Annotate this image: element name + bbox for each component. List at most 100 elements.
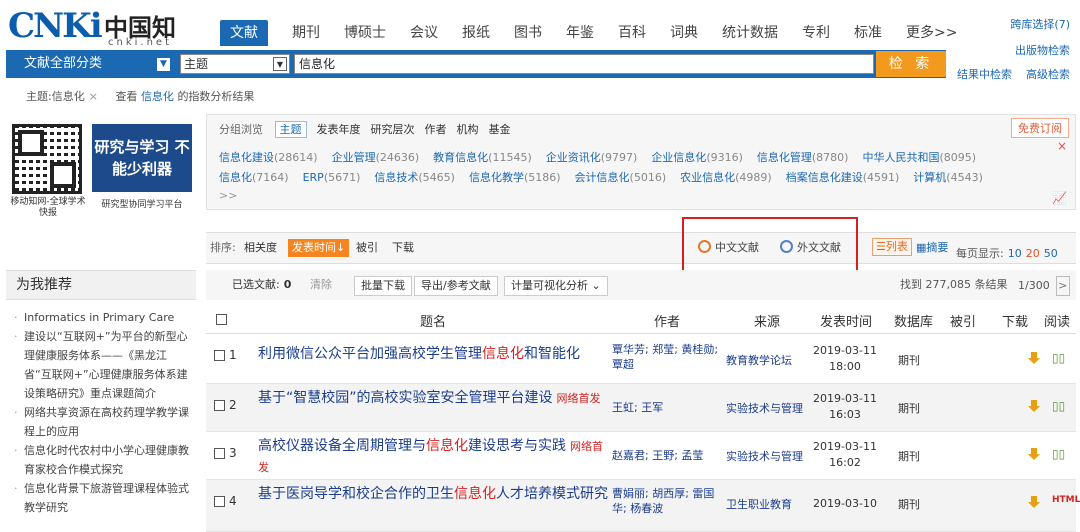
recommend-item[interactable]: 建设以“互联网+”为平台的新型心理健康服务体系——《黑龙江省“互联网+”心理健康… <box>14 327 194 403</box>
category-select[interactable]: 文献全部分类 ▼ <box>6 50 176 78</box>
cnki-logo[interactable]: CNKi 中国知网 cnki.net <box>8 6 193 77</box>
export-button[interactable]: 导出/参考文献 <box>414 276 498 296</box>
col-database[interactable]: 数据库 <box>894 311 933 330</box>
group-term[interactable]: 计算机(4543) <box>913 171 983 184</box>
cross-library-select-link[interactable]: 跨库选择(7) <box>1010 16 1070 32</box>
per-page-20[interactable]: 20 <box>1026 247 1040 260</box>
nav-tab-12[interactable]: 更多>> <box>906 20 957 46</box>
col-source[interactable]: 来源 <box>754 311 780 330</box>
group-term[interactable]: ERP(5671) <box>303 171 361 184</box>
promo-banner[interactable]: 研究与学习 不能少利器 <box>92 124 192 192</box>
nav-tab-0[interactable]: 文献 <box>220 20 268 46</box>
chinese-literature-toggle[interactable]: 中文文献 <box>698 239 759 255</box>
group-term[interactable]: 企业资讯化(9797) <box>546 151 638 164</box>
article-authors[interactable]: 王虹; 王军 <box>612 400 722 415</box>
advanced-search-link[interactable]: 高级检索 <box>1026 68 1070 81</box>
group-tab-2[interactable]: 研究层次 <box>371 123 415 136</box>
download-icon[interactable] <box>1028 400 1040 412</box>
col-author[interactable]: 作者 <box>654 311 680 330</box>
article-title[interactable]: 高校仪器设备全周期管理与信息化建设思考与实践 网络首发 <box>258 436 610 478</box>
download-icon[interactable] <box>1028 448 1040 460</box>
next-page-button[interactable]: > <box>1055 276 1070 296</box>
group-term[interactable]: 信息化管理(8780) <box>757 151 849 164</box>
nav-tab-9[interactable]: 统计数据 <box>722 20 778 46</box>
nav-tab-5[interactable]: 图书 <box>514 20 542 46</box>
per-page-10[interactable]: 10 <box>1008 247 1022 260</box>
recommend-item[interactable]: 信息化时代农村中小学心理健康教育家校合作模式探究 <box>14 441 194 479</box>
article-title[interactable]: 基于医岗导学和校企合作的卫生信息化人才培养模式研究 <box>258 484 610 505</box>
col-cited[interactable]: 被引 <box>950 311 976 330</box>
row-checkbox[interactable] <box>214 350 225 361</box>
col-date[interactable]: 发表时间 <box>820 311 872 330</box>
group-term[interactable]: 信息化建设(28614) <box>219 151 318 164</box>
group-term[interactable]: 会计信息化(5016) <box>575 171 667 184</box>
remove-filter-icon[interactable]: × <box>89 90 98 103</box>
nav-tab-6[interactable]: 年鉴 <box>566 20 594 46</box>
row-checkbox[interactable] <box>214 496 225 507</box>
nav-tab-3[interactable]: 会议 <box>410 20 438 46</box>
clear-button[interactable]: 清除 <box>310 276 332 294</box>
sort-relevance[interactable]: 相关度 <box>244 239 277 257</box>
visual-analysis-button[interactable]: 计量可视化分析 ⌄ <box>504 276 608 296</box>
select-all-checkbox[interactable] <box>216 314 227 325</box>
article-authors[interactable]: 覃华芳; 郑莹; 黄桂勋; 覃超 <box>612 342 722 372</box>
article-title[interactable]: 基于“智慧校园”的高校实验室安全管理平台建设 网络首发 <box>258 388 610 409</box>
col-download[interactable]: 下载 <box>1002 311 1028 330</box>
publication-search-link[interactable]: 出版物检索 <box>1015 42 1070 58</box>
nav-tab-8[interactable]: 词典 <box>670 20 698 46</box>
group-term[interactable]: 企业管理(24636) <box>332 151 420 164</box>
sort-cited[interactable]: 被引 <box>356 239 378 257</box>
recommend-item[interactable]: 网络共享资源在高校药理学教学课程上的应用 <box>14 403 194 441</box>
sort-download[interactable]: 下载 <box>392 239 414 257</box>
sort-date[interactable]: 发表时间↓ <box>288 239 350 257</box>
download-icon[interactable] <box>1028 352 1040 364</box>
group-term[interactable]: 信息技术(5465) <box>374 171 455 184</box>
group-term[interactable]: 中华人民共和国(8095) <box>862 151 976 164</box>
qr-code-image[interactable] <box>12 124 82 194</box>
nav-tab-1[interactable]: 期刊 <box>292 20 320 46</box>
group-tab-5[interactable]: 基金 <box>489 123 511 136</box>
group-tab-3[interactable]: 作者 <box>425 123 447 136</box>
read-icon[interactable]: ▯▯ <box>1052 399 1065 413</box>
group-term[interactable]: 教育信息化(11545) <box>433 151 532 164</box>
search-input[interactable]: 信息化 <box>294 54 874 74</box>
article-source[interactable]: 实验技术与管理 <box>726 448 812 464</box>
article-authors[interactable]: 曹娟丽; 胡西厚; 雷国华; 杨春波 <box>612 486 722 516</box>
article-authors[interactable]: 赵嘉君; 王野; 孟莹 <box>612 448 722 463</box>
group-term[interactable]: 企业信息化(9316) <box>651 151 743 164</box>
group-tab-4[interactable]: 机构 <box>457 123 479 136</box>
article-title[interactable]: 利用微信公众平台加强高校学生管理信息化和智能化 <box>258 344 610 365</box>
nav-tab-4[interactable]: 报纸 <box>462 20 490 46</box>
recommend-item[interactable]: 信息化背景下旅游管理课程体验式教学研究 <box>14 479 194 517</box>
col-read[interactable]: 阅读 <box>1044 311 1070 330</box>
nav-tab-2[interactable]: 博硕士 <box>344 20 386 46</box>
nav-tab-10[interactable]: 专利 <box>802 20 830 46</box>
subscribe-button[interactable]: 免费订阅 <box>1011 118 1069 138</box>
article-source[interactable]: 实验技术与管理 <box>726 400 812 416</box>
per-page-50[interactable]: 50 <box>1044 247 1058 260</box>
download-icon[interactable] <box>1028 496 1040 508</box>
field-select[interactable]: 主题 ▼ <box>180 54 290 74</box>
nav-tab-7[interactable]: 百科 <box>618 20 646 46</box>
search-button[interactable]: 检 索 <box>876 51 946 77</box>
read-icon[interactable]: HTML <box>1052 495 1080 505</box>
view-list-button[interactable]: ☰列表 <box>872 238 912 256</box>
recommend-item[interactable]: Informatics in Primary Care <box>14 308 194 327</box>
chart-icon[interactable]: 📈 <box>1052 191 1067 205</box>
article-source[interactable]: 卫生职业教育 <box>726 496 812 512</box>
group-more-link[interactable]: >> <box>219 189 237 202</box>
article-source[interactable]: 教育教学论坛 <box>726 352 812 368</box>
group-term[interactable]: 档案信息化建设(4591) <box>786 171 900 184</box>
read-icon[interactable]: ▯▯ <box>1052 351 1065 365</box>
view-abstract-button[interactable]: ▦摘要 <box>916 239 948 255</box>
batch-download-button[interactable]: 批量下载 <box>354 276 412 296</box>
col-title[interactable]: 题名 <box>420 311 446 330</box>
nav-tab-11[interactable]: 标准 <box>854 20 882 46</box>
index-analysis-link[interactable]: 信息化 <box>141 90 174 103</box>
foreign-literature-toggle[interactable]: 外文文献 <box>780 239 841 255</box>
group-tab-1[interactable]: 发表年度 <box>317 123 361 136</box>
group-tab-0[interactable]: 主题 <box>274 121 307 138</box>
read-icon[interactable]: ▯▯ <box>1052 447 1065 461</box>
row-checkbox[interactable] <box>214 448 225 459</box>
group-term[interactable]: 农业信息化(4989) <box>680 171 772 184</box>
